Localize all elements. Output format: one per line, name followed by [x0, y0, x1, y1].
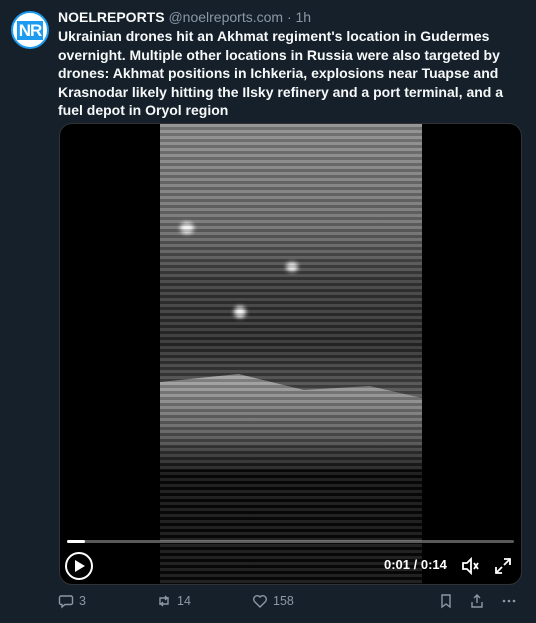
more-button[interactable]	[501, 593, 517, 609]
volume-button[interactable]	[460, 556, 480, 576]
bookmark-icon	[441, 594, 451, 609]
retweet-count: 14	[177, 594, 191, 608]
reply-button[interactable]: 3	[58, 593, 86, 609]
bookmark-button[interactable]	[438, 593, 454, 609]
tweet[interactable]: NR NOELREPORTS @noelreports.com · 1h Ukr…	[0, 0, 536, 623]
display-name[interactable]: NOELREPORTS	[58, 9, 165, 25]
play-button[interactable]	[65, 552, 93, 580]
timestamp[interactable]: 1h	[296, 9, 312, 25]
tweet-text: Ukrainian drones hit an Akhmat regiment'…	[58, 28, 504, 118]
fullscreen-button[interactable]	[493, 556, 513, 576]
like-button[interactable]: 158	[252, 593, 294, 609]
avatar-logo: NR	[16, 20, 44, 40]
video-progress-fill	[67, 540, 85, 543]
reply-icon	[58, 595, 74, 609]
avatar[interactable]: NR	[11, 11, 49, 49]
video-time: 0:01 / 0:14	[384, 557, 447, 572]
video-player[interactable]: 0:01 / 0:14	[59, 123, 522, 585]
reply-count: 3	[79, 594, 86, 608]
separator-dot: ·	[286, 9, 292, 25]
tweet-actions: 3 14 158	[58, 593, 524, 613]
retweet-icon	[159, 595, 169, 607]
heart-icon	[253, 595, 267, 608]
volume-icon	[462, 556, 479, 576]
handle[interactable]: @noelreports.com	[168, 9, 283, 25]
fullscreen-icon	[495, 558, 511, 574]
tweet-header: NOELREPORTS @noelreports.com · 1h	[58, 8, 311, 26]
retweet-button[interactable]: 14	[156, 593, 191, 609]
play-icon	[75, 560, 85, 572]
like-count: 158	[273, 594, 294, 608]
video-frame	[160, 124, 422, 584]
video-progress-bar[interactable]	[67, 540, 514, 543]
share-button[interactable]	[469, 593, 485, 609]
more-icon	[502, 599, 516, 603]
share-icon	[471, 594, 483, 608]
video-scanlines	[160, 124, 422, 584]
